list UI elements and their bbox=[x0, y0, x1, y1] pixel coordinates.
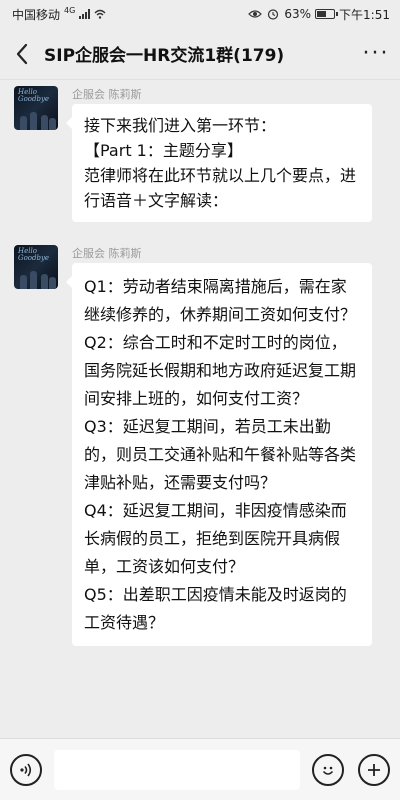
message-list[interactable]: Hello Goodbye 企服会 陈莉斯 接下来我们进入第一环节： 【Part… bbox=[0, 80, 400, 738]
message-input[interactable] bbox=[54, 749, 300, 790]
wifi-icon bbox=[94, 9, 106, 19]
avatar-caption: Hello Goodbye bbox=[18, 247, 50, 262]
emoji-icon bbox=[322, 766, 334, 775]
alarm-icon bbox=[268, 9, 279, 20]
sender-name: 企服会 陈莉斯 bbox=[72, 247, 142, 260]
avatar-caption: Hello Goodbye bbox=[18, 88, 50, 103]
message-bubble[interactable]: 接下来我们进入第一环节： 【Part 1：主题分享】 范律师将在此环节就以上几个… bbox=[66, 104, 372, 222]
battery-percent: 63% bbox=[284, 7, 312, 21]
message-text: Q1：劳动者结束隔离措施后，需在家继续修养的，休养期间工资如何支付？ Q2：综合… bbox=[84, 277, 357, 632]
back-button[interactable] bbox=[0, 28, 44, 80]
eye-icon bbox=[248, 10, 263, 18]
message-item: Hello Goodbye 企服会 陈莉斯 Q1：劳动者结束隔离措施后，需在家继… bbox=[14, 245, 372, 646]
message-body: 企服会 陈莉斯 Q1：劳动者结束隔离措施后，需在家继续修养的，休养期间工资如何支… bbox=[66, 245, 372, 646]
chevron-left-icon bbox=[16, 43, 28, 64]
chat-title: SIP企服会一HR交流1群(179) bbox=[44, 46, 285, 66]
input-actions bbox=[312, 753, 390, 786]
more-icon: ··· bbox=[362, 41, 390, 66]
status-bar: 中国移动 4G 63% 下午1:51 bbox=[0, 0, 400, 28]
more-button[interactable]: ··· bbox=[352, 28, 400, 80]
plus-icon bbox=[368, 763, 380, 776]
status-left: 中国移动 4G bbox=[12, 6, 106, 23]
message-body: 企服会 陈莉斯 接下来我们进入第一环节： 【Part 1：主题分享】 范律师将在… bbox=[66, 86, 372, 222]
message-text: 接下来我们进入第一环节： 【Part 1：主题分享】 范律师将在此环节就以上几个… bbox=[84, 116, 357, 210]
signal-icon bbox=[79, 9, 91, 19]
avatar[interactable]: Hello Goodbye bbox=[14, 245, 58, 289]
sender-name: 企服会 陈莉斯 bbox=[72, 88, 142, 101]
chat-header: SIP企服会一HR交流1群(179) ··· bbox=[0, 28, 400, 80]
message-bubble[interactable]: Q1：劳动者结束隔离措施后，需在家继续修养的，休养期间工资如何支付？ Q2：综合… bbox=[66, 263, 372, 646]
voice-icon bbox=[20, 763, 32, 776]
battery-icon bbox=[315, 9, 339, 19]
emoji-button[interactable] bbox=[312, 753, 344, 786]
status-right: 63% 下午1:51 bbox=[248, 6, 390, 23]
avatar[interactable]: Hello Goodbye bbox=[14, 86, 58, 130]
input-bar bbox=[0, 738, 400, 800]
carrier-label: 中国移动 bbox=[12, 7, 61, 22]
network-label: 4G bbox=[64, 5, 76, 15]
plus-button[interactable] bbox=[358, 753, 390, 786]
message-item: Hello Goodbye 企服会 陈莉斯 接下来我们进入第一环节： 【Part… bbox=[14, 86, 372, 222]
clock: 下午1:51 bbox=[339, 7, 390, 22]
voice-button[interactable] bbox=[10, 753, 42, 786]
